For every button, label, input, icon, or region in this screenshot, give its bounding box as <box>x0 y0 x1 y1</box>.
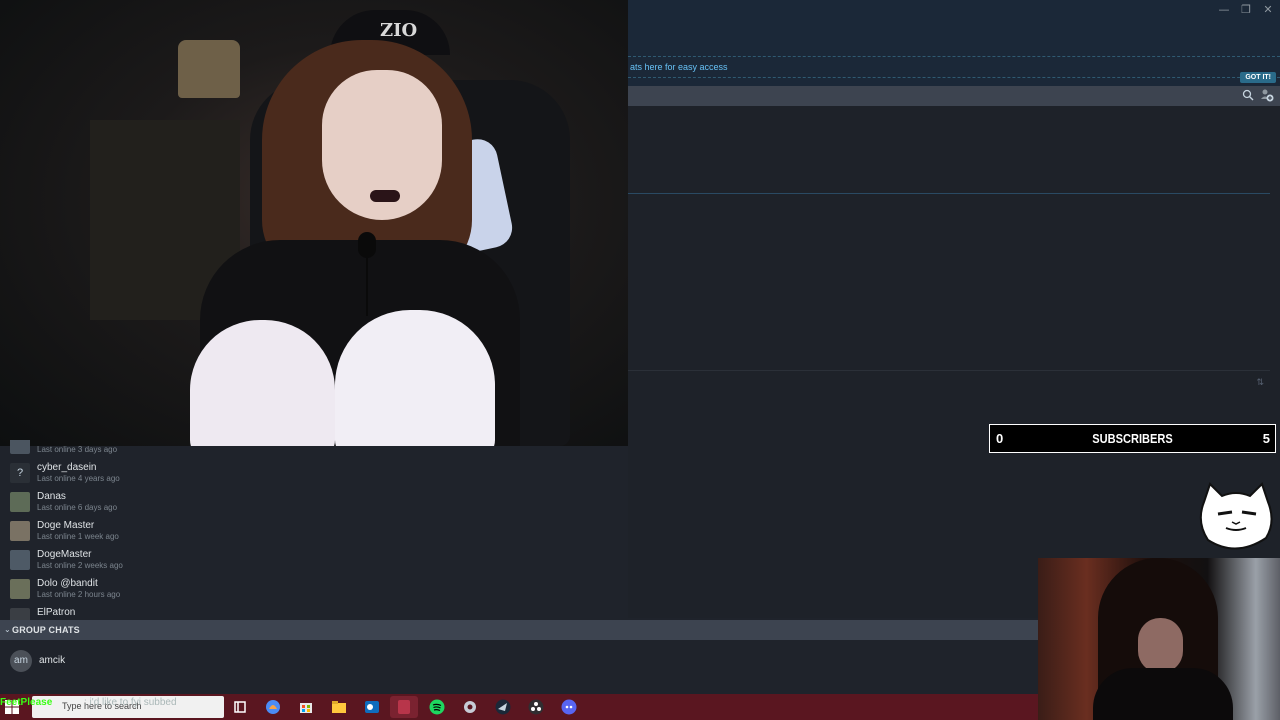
webcam-background-lamp <box>178 40 240 98</box>
webcam-overlay-secondary <box>1038 558 1280 720</box>
webcam-streamer-knee-left <box>190 320 335 446</box>
group-chats-title: GROUP CHATS <box>12 625 80 635</box>
windows-taskbar: Type here to search FeetPlease : i'd lik… <box>0 694 1038 720</box>
friend-list-item[interactable]: ElPatron <box>10 606 610 620</box>
sort-icon[interactable]: ⇅ <box>1256 378 1264 388</box>
friend-list-item[interactable]: Danas Last online 6 days ago <box>10 490 610 519</box>
settings-icon[interactable] <box>462 699 478 715</box>
friend-list-item[interactable]: DogeMaster Last online 2 weeks ago <box>10 548 610 577</box>
friend-name: cyber_dasein <box>37 462 97 473</box>
add-friend-icon[interactable] <box>1260 88 1274 102</box>
webcam2-face <box>1138 618 1183 673</box>
steam-icon[interactable] <box>495 699 511 715</box>
friend-name: DogeMaster <box>37 549 92 560</box>
got-it-button[interactable]: GOT IT! <box>1240 72 1276 83</box>
friends-search-bar[interactable] <box>628 86 1280 106</box>
friend-status: Last online 2 weeks ago <box>37 561 123 570</box>
window-controls: — ❐ ✕ <box>1218 4 1274 16</box>
microphone-cable <box>366 256 368 316</box>
friend-status: Last online 3 days ago <box>37 445 118 454</box>
active-app-icon[interactable] <box>390 696 418 718</box>
group-name: amcik <box>39 655 66 666</box>
friend-avatar <box>10 440 30 454</box>
search-icon[interactable] <box>1242 89 1254 101</box>
store-icon[interactable] <box>298 699 314 715</box>
subscriber-count-left: 0 <box>996 431 1004 446</box>
friend-status: Last online 6 days ago <box>37 503 118 512</box>
chevron-down-icon[interactable]: ⌄ <box>4 625 11 634</box>
tip-banner: ats here for easy access GOT IT! <box>628 56 1280 83</box>
friend-name: Dolo @bandit <box>37 578 98 589</box>
copilot-icon[interactable] <box>265 699 281 715</box>
file-explorer-icon[interactable] <box>331 699 347 715</box>
friend-avatar <box>10 521 30 541</box>
webcam-streamer-knee-right <box>335 310 495 446</box>
webcam-overlay-main: ZIO <box>0 0 628 446</box>
chat-overlay-message: : i'd like to fyi subbed <box>84 697 177 708</box>
friend-list-item[interactable]: Dolo @bandit Last online 2 hours ago <box>10 577 610 606</box>
friend-avatar <box>10 492 30 512</box>
friend-name: ElPatron <box>37 607 76 618</box>
microphone-icon <box>358 232 376 258</box>
friend-name: Danas <box>37 491 66 502</box>
friend-list-item[interactable]: ? cyber_dasein Last online 4 years ago <box>10 461 610 490</box>
spotify-icon[interactable] <box>429 699 445 715</box>
tip-text: ats here for easy access <box>630 62 728 72</box>
chat-overlay-username: FeetPlease <box>0 697 53 708</box>
friend-status: Last online 1 week ago <box>37 532 119 541</box>
friend-avatar <box>10 550 30 570</box>
webcam2-body <box>1093 668 1233 720</box>
friend-name: Doge Master <box>37 520 95 531</box>
outlook-icon[interactable] <box>364 699 380 715</box>
friend-status: Last online 2 hours ago <box>37 590 121 599</box>
friend-list-item[interactable]: Doge Master Last online 1 week ago <box>10 519 610 548</box>
subscriber-label: SUBSCRIBERS <box>1092 431 1173 446</box>
subscriber-counter: 0 SUBSCRIBERS 5 <box>989 424 1276 453</box>
friends-list: Last online 3 days ago ? cyber_dasein La… <box>0 440 628 620</box>
friend-list-item[interactable]: Last online 3 days ago <box>10 440 610 461</box>
subscriber-count-right: 5 <box>1262 431 1270 446</box>
webcam-streamer-lips <box>370 190 400 202</box>
discord-icon[interactable] <box>561 699 577 715</box>
divider <box>628 193 1270 194</box>
friend-avatar: ? <box>10 463 30 483</box>
obs-icon[interactable] <box>528 699 544 715</box>
group-chat-item[interactable]: am amcik <box>0 640 1038 680</box>
chair-logo: ZIO <box>380 20 418 41</box>
close-button[interactable]: ✕ <box>1262 4 1274 16</box>
minimize-button[interactable]: — <box>1218 4 1230 16</box>
divider <box>628 370 1270 371</box>
friend-status: Last online 4 years ago <box>37 474 120 483</box>
cat-emote-icon <box>1199 482 1273 550</box>
group-chats-header[interactable]: ⌄ GROUP CHATS <box>0 620 1038 640</box>
friend-avatar <box>10 608 30 620</box>
friend-avatar <box>10 579 30 599</box>
group-avatar: am <box>10 650 32 672</box>
task-view-icon[interactable] <box>232 699 248 715</box>
chat-area <box>628 106 1280 618</box>
restore-button[interactable]: ❐ <box>1240 4 1252 16</box>
